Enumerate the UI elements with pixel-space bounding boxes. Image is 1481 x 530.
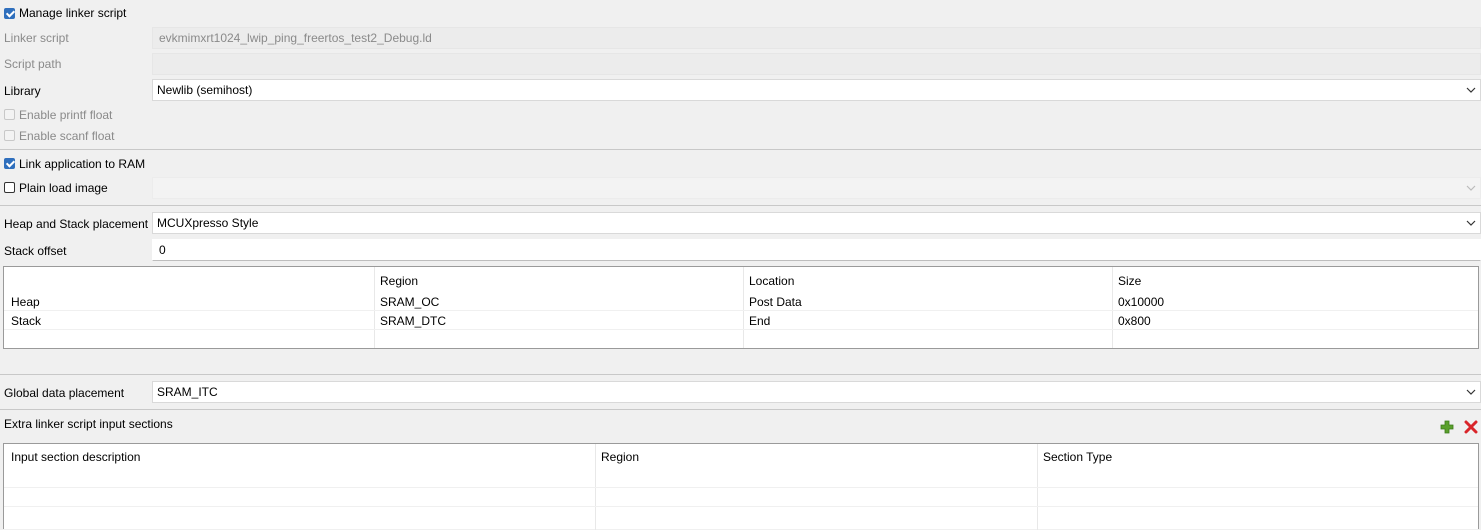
separator (0, 409, 1481, 410)
remove-icon[interactable] (1464, 420, 1478, 434)
linker-script-label: Linker script (4, 31, 69, 45)
library-label: Library (4, 84, 41, 98)
global-data-placement-label: Global data placement (4, 386, 125, 400)
plain-load-image-label: Plain load image (19, 181, 108, 195)
column-divider (1112, 267, 1113, 348)
chevron-down-icon (1466, 389, 1476, 395)
cell-name: Heap (11, 295, 40, 309)
header-input-section-description[interactable]: Input section description (11, 450, 140, 464)
stack-offset-label: Stack offset (4, 244, 67, 258)
cell-region[interactable]: SRAM_DTC (380, 314, 446, 328)
header-region[interactable]: Region (380, 274, 418, 288)
cell-location[interactable]: End (749, 314, 770, 328)
chevron-down-icon (1466, 185, 1476, 191)
manage-linker-script-checkbox[interactable] (4, 8, 15, 19)
global-data-placement-dropdown[interactable]: SRAM_ITC (152, 381, 1481, 403)
extra-sections-table: Input section description Region Section… (3, 443, 1479, 530)
header-section-type[interactable]: Section Type (1043, 450, 1112, 464)
cell-size[interactable]: 0x10000 (1118, 295, 1164, 309)
heap-stack-placement-dropdown[interactable]: MCUXpresso Style (152, 212, 1481, 234)
header-region[interactable]: Region (601, 450, 639, 464)
header-location[interactable]: Location (749, 274, 794, 288)
plain-load-image-dropdown[interactable] (152, 177, 1481, 199)
separator (0, 374, 1481, 375)
row-divider (4, 506, 1478, 507)
cell-size[interactable]: 0x800 (1118, 314, 1151, 328)
linker-script-field: evkmimxrt1024_lwip_ping_freertos_test2_D… (152, 27, 1481, 49)
heap-stack-placement-value: MCUXpresso Style (157, 216, 259, 230)
chevron-down-icon (1466, 220, 1476, 226)
library-dropdown[interactable]: Newlib (semihost) (152, 79, 1481, 101)
cell-name: Stack (11, 314, 42, 328)
extra-sections-label: Extra linker script input sections (4, 417, 173, 431)
cell-location[interactable]: Post Data (749, 295, 802, 309)
row-divider (4, 310, 1478, 311)
enable-scanf-float-checkbox[interactable] (4, 130, 15, 141)
script-path-field (152, 53, 1481, 75)
link-app-to-ram-checkbox[interactable] (4, 158, 15, 169)
chevron-down-icon (1466, 87, 1476, 93)
enable-scanf-float-label: Enable scanf float (19, 129, 115, 143)
heap-stack-table: Region Location Size Heap SRAM_OC Post D… (3, 266, 1479, 349)
library-selected-value: Newlib (semihost) (157, 83, 253, 97)
enable-printf-float-checkbox[interactable] (4, 109, 15, 120)
row-divider (4, 487, 1478, 488)
row-divider (4, 329, 1478, 330)
cell-region[interactable]: SRAM_OC (380, 295, 439, 309)
separator (0, 205, 1481, 206)
enable-printf-float-label: Enable printf float (19, 108, 113, 122)
column-divider (743, 267, 744, 348)
header-size[interactable]: Size (1118, 274, 1141, 288)
script-path-label: Script path (4, 57, 62, 71)
stack-offset-input[interactable]: 0 (152, 239, 1481, 261)
heap-stack-placement-label: Heap and Stack placement (4, 217, 149, 231)
manage-linker-script-label: Manage linker script (19, 6, 127, 20)
add-icon[interactable] (1440, 420, 1454, 434)
plain-load-image-checkbox[interactable] (4, 182, 15, 193)
link-app-to-ram-label: Link application to RAM (19, 157, 146, 171)
global-data-placement-value: SRAM_ITC (157, 385, 218, 399)
separator (0, 149, 1481, 150)
column-divider (374, 267, 375, 348)
